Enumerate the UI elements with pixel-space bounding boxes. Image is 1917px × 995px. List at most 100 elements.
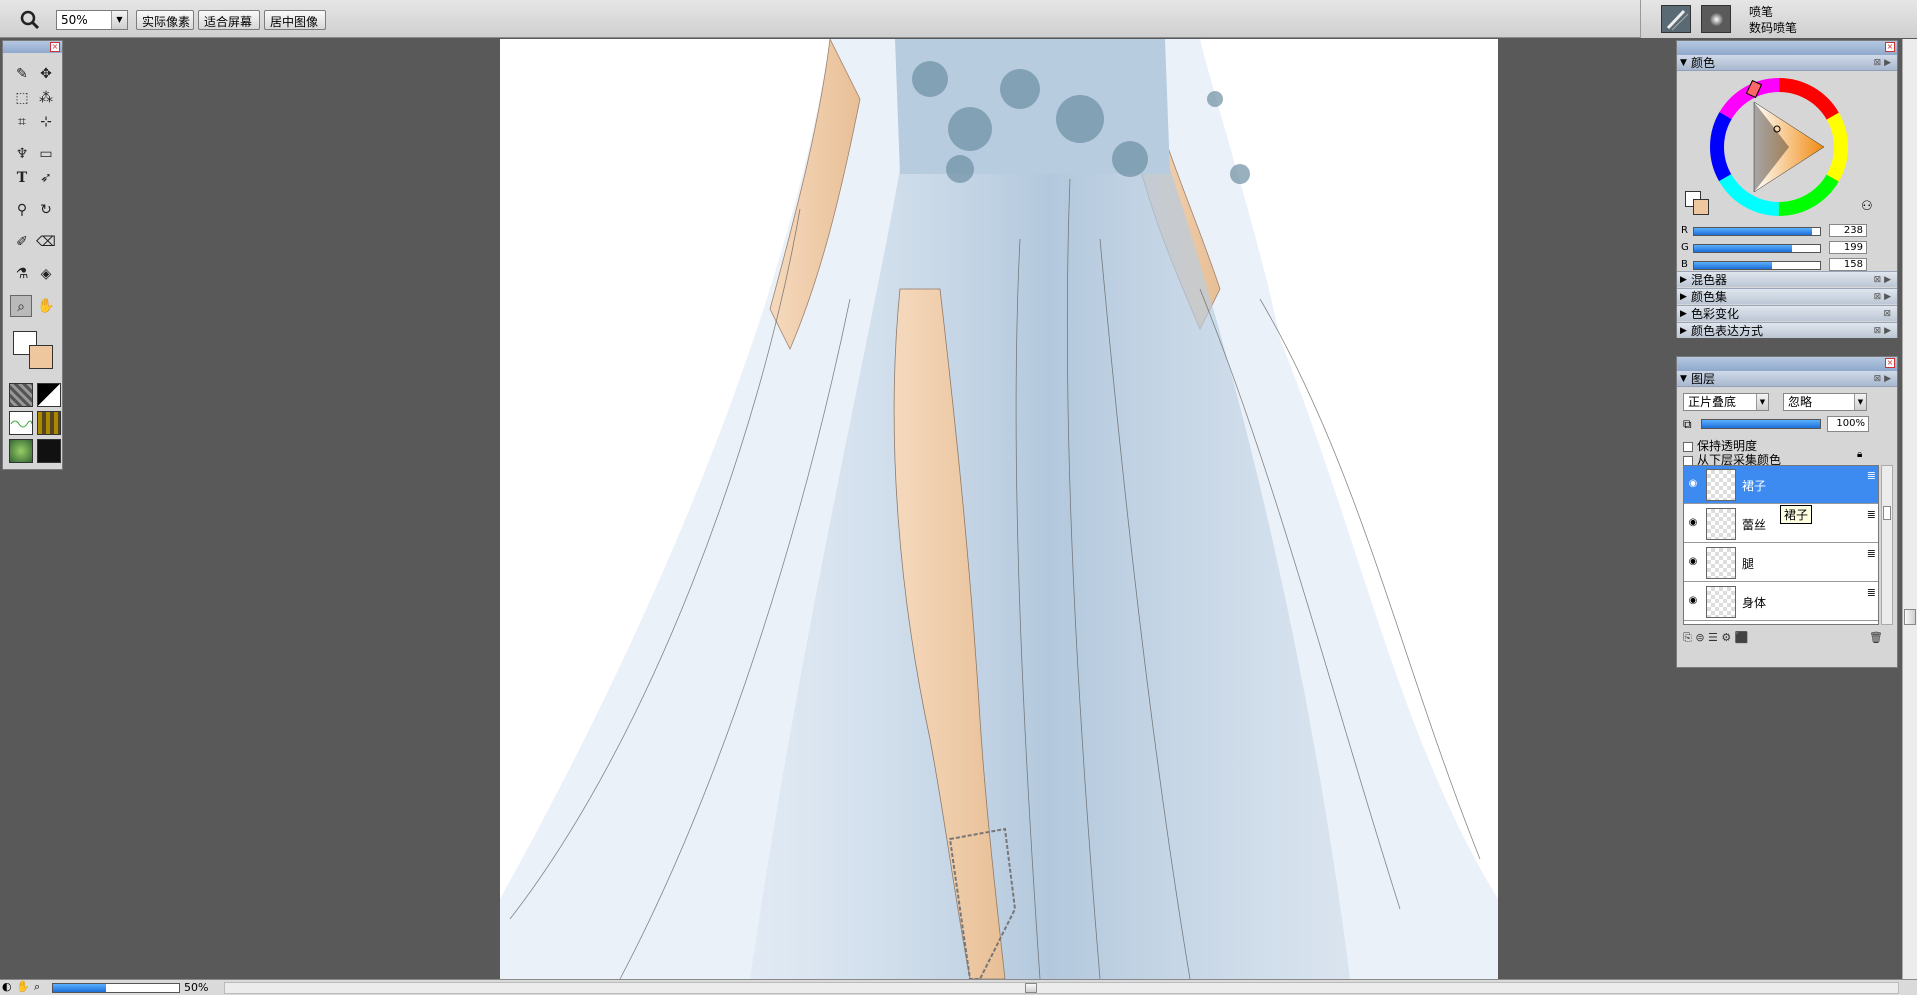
rgb-slider-track[interactable] [1693, 227, 1821, 236]
canvas-vertical-scrollbar[interactable] [1902, 39, 1917, 979]
paper-texture-icon[interactable] [9, 383, 33, 407]
layer-list: ◉ 裙子 ≣ ◉ 蕾丝 ≣ ◉ 腿 ≣ ◉ 身体 ≣ [1683, 465, 1879, 625]
panel-menu-icon[interactable]: ⊠ ▶ [1874, 55, 1891, 71]
hand-grabber-tool-icon[interactable]: ✋ [35, 295, 57, 317]
nozzle-icon[interactable] [9, 439, 33, 463]
rgb-slider-b[interactable]: B 158 [1681, 258, 1871, 271]
rect-selection-tool-icon[interactable]: ⬚ [11, 87, 33, 109]
composite-method-select[interactable]: 正片叠底 ▼ [1683, 393, 1769, 411]
layer-list-scrollbar[interactable] [1881, 465, 1893, 625]
lock-icon[interactable]: 🔒︎ [1857, 449, 1862, 460]
toolbox-titlebar[interactable]: × [3, 41, 62, 53]
look-icon[interactable] [37, 439, 61, 463]
brush-category-icon[interactable] [1661, 5, 1691, 33]
color-expression-section-header[interactable]: ▶ 颜色表达方式 ⊠ ▶ [1677, 322, 1897, 338]
eyedropper-tool-icon[interactable]: ⚗ [11, 263, 33, 285]
color-wheel[interactable] [1709, 77, 1849, 217]
drawing-canvas[interactable] [500, 39, 1498, 979]
rgb-slider-track[interactable] [1693, 244, 1821, 253]
main-color-chip[interactable] [1693, 199, 1709, 215]
dropper-tool-icon[interactable]: ⚲ [11, 199, 33, 221]
close-icon[interactable]: × [50, 42, 60, 52]
magnifier-icon[interactable] [18, 8, 42, 32]
eye-visibility-icon[interactable]: ◉ [1686, 517, 1700, 531]
mixer-section-header[interactable]: ▶ 混色器 ⊠ ▶ [1677, 271, 1897, 287]
close-icon[interactable]: × [1885, 42, 1895, 52]
main-color-swatch[interactable] [29, 345, 53, 369]
opacity-slider[interactable] [1701, 419, 1821, 429]
rgb-value-field[interactable]: 158 [1829, 258, 1867, 271]
color-variability-section-header[interactable]: ▶ 色彩变化 ⊠ [1677, 305, 1897, 321]
zoom-level-select[interactable]: 50% ▼ [56, 10, 128, 30]
toolbox-panel: × ✎ ✥ ⬚ ⁂ ⌗ ⊹ ♆ ▭ T ➶ ⚲ ↻ ✐ ⌫ ⚗ ◈ ⌕ ✋ [2, 40, 63, 470]
composite-depth-select[interactable]: 忽略 ▼ [1783, 393, 1867, 411]
panel-menu-icon[interactable]: ⊠ [1883, 306, 1891, 322]
horizontal-scroll-thumb[interactable] [1025, 983, 1037, 993]
globe-icon[interactable]: ◐ [2, 980, 12, 993]
rgb-value-field[interactable]: 238 [1829, 224, 1867, 237]
layer-mask-icon[interactable]: ⧉ [1683, 417, 1692, 432]
color-sets-section-header[interactable]: ▶ 颜色集 ⊠ ▶ [1677, 288, 1897, 304]
layers-section-header[interactable]: ▼ 图层 ⊠ ▶ [1677, 371, 1897, 387]
color-panel-titlebar[interactable]: × [1677, 41, 1897, 55]
brush-variant-icon[interactable] [1701, 5, 1731, 33]
eye-visibility-icon[interactable]: ◉ [1686, 478, 1700, 492]
layers-panel-titlebar[interactable]: × [1677, 357, 1897, 371]
weave-icon[interactable] [37, 411, 61, 435]
panel-menu-icon[interactable]: ⊠ ▶ [1874, 371, 1891, 387]
center-image-button[interactable]: 居中图像 [264, 10, 326, 30]
color-section-header[interactable]: ▼ 颜色 ⊠ ▶ [1677, 55, 1897, 71]
brush-tool-icon[interactable]: ✎ [11, 63, 33, 85]
magnifier-tool-icon[interactable]: ⌕ [10, 295, 32, 317]
rgb-slider-r[interactable]: R 238 [1681, 224, 1871, 237]
eye-visibility-icon[interactable]: ◉ [1686, 595, 1700, 609]
layer-row[interactable]: ◉ 裙子 ≣ [1684, 466, 1878, 504]
layer-stack-icon[interactable]: ☰ [1708, 631, 1718, 644]
new-layer-icon[interactable]: ⎘ [1683, 631, 1692, 644]
layer-row[interactable]: ◉ 身体 ≣ [1684, 583, 1878, 621]
rgb-channel-label: B [1681, 259, 1688, 270]
pattern-icon[interactable] [9, 411, 33, 435]
move-layer-tool-icon[interactable]: ✥ [35, 63, 57, 85]
pen-tool-icon[interactable]: ♆ [11, 143, 33, 165]
zoom-out-icon[interactable]: ⌕ [34, 980, 40, 994]
chevron-down-icon: ▼ [1854, 394, 1866, 410]
rgb-value-field[interactable]: 199 [1829, 241, 1867, 254]
trash-icon[interactable]: 🗑︎ [1869, 631, 1883, 644]
layer-group-icon[interactable]: ⊜ [1695, 631, 1704, 644]
layer-row-partial[interactable] [1684, 622, 1878, 624]
panel-menu-icon[interactable]: ⊠ ▶ [1874, 289, 1891, 305]
rgb-channel-label: G [1681, 242, 1689, 253]
zoom-slider[interactable] [52, 983, 180, 993]
layer-thumbnail [1706, 508, 1736, 540]
cloner-tool-icon[interactable]: ✐ [11, 231, 33, 253]
lasso-adjust-tool-icon[interactable]: ⊹ [35, 111, 57, 133]
gradient-icon[interactable] [37, 383, 61, 407]
layer-row[interactable]: ◉ 腿 ≣ [1684, 544, 1878, 582]
magic-wand-tool-icon[interactable]: ⁂ [35, 87, 57, 109]
shape-selection-tool-icon[interactable]: ➶ [35, 167, 57, 189]
grabber-icon[interactable]: ✋ [16, 980, 30, 993]
paint-bucket-tool-icon[interactable]: ◈ [35, 263, 57, 285]
layer-mask-add-icon[interactable]: ⬛ [1735, 631, 1749, 644]
layer-stack-icon: ≣ [1866, 469, 1876, 482]
rgb-slider-g[interactable]: G 199 [1681, 241, 1871, 254]
eraser-tool-icon[interactable]: ⌫ [35, 231, 57, 253]
stamp-icon[interactable]: ⚇ [1861, 199, 1873, 214]
panel-menu-icon[interactable]: ⊠ ▶ [1874, 323, 1891, 339]
rgb-slider-track[interactable] [1693, 261, 1821, 270]
vertical-scroll-thumb[interactable] [1904, 609, 1916, 625]
chevron-down-icon: ▼ [111, 11, 127, 29]
text-tool-icon[interactable]: T [11, 167, 33, 189]
canvas-horizontal-scrollbar[interactable] [224, 982, 1899, 994]
actual-pixels-button[interactable]: 实际像素 [136, 10, 194, 30]
eye-visibility-icon[interactable]: ◉ [1686, 556, 1700, 570]
opacity-value: 100% [1827, 416, 1869, 432]
panel-menu-icon[interactable]: ⊠ ▶ [1874, 272, 1891, 288]
fit-to-screen-button[interactable]: 适合屏幕 [198, 10, 260, 30]
rectangle-shape-tool-icon[interactable]: ▭ [35, 143, 57, 165]
dynamic-plugin-icon[interactable]: ⚙ [1721, 631, 1731, 644]
close-icon[interactable]: × [1885, 358, 1895, 368]
lasso-tool-icon[interactable]: ↻ [35, 199, 57, 221]
crop-tool-icon[interactable]: ⌗ [11, 111, 33, 133]
